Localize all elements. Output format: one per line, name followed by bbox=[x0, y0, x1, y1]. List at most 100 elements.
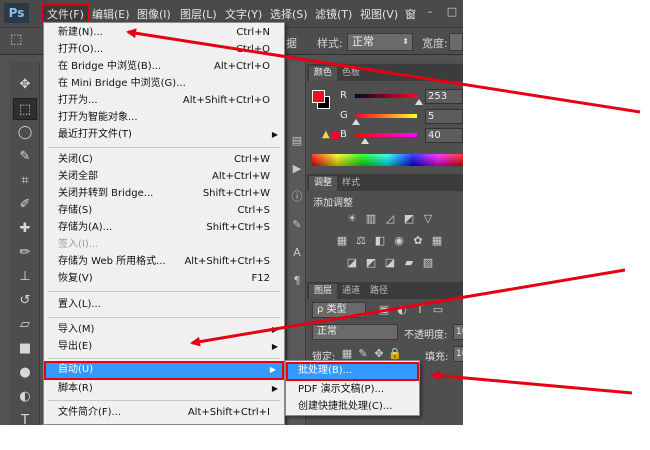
minimize-button[interactable]: – bbox=[421, 3, 439, 21]
adjustment-filter-icon[interactable]: ◐ bbox=[395, 303, 409, 317]
eyedropper-tool-icon[interactable]: ✐ bbox=[13, 194, 37, 216]
menu-edit[interactable]: 编辑(E) bbox=[92, 6, 130, 22]
menu-item-save[interactable]: 存储(S) Ctrl+S bbox=[44, 202, 284, 219]
menu-item-recent-files[interactable]: 最近打开文件(T) ▶ bbox=[44, 126, 284, 143]
channel-g-slider[interactable] bbox=[355, 114, 417, 118]
tab-color[interactable]: 颜色 bbox=[309, 66, 338, 81]
submenu-item-pdf-presentation[interactable]: PDF 演示文稿(P)... bbox=[286, 381, 419, 398]
eraser-tool-icon[interactable]: ▱ bbox=[13, 314, 37, 336]
channel-mixer-icon[interactable]: ✿ bbox=[411, 234, 425, 248]
blend-mode-select[interactable]: 正常 bbox=[312, 324, 398, 340]
menu-item-close[interactable]: 关闭(C) Ctrl+W bbox=[44, 151, 284, 168]
channel-r-value[interactable]: 253 bbox=[425, 89, 463, 104]
history-brush-tool-icon[interactable]: ↺ bbox=[13, 290, 37, 312]
brightness-icon[interactable]: ☀ bbox=[345, 212, 359, 226]
menu-select[interactable]: 选择(S) bbox=[270, 6, 308, 22]
actions-panel-icon[interactable]: ▶ bbox=[290, 162, 304, 176]
menu-file[interactable]: 文件(F) bbox=[41, 3, 90, 23]
menu-item-open-as[interactable]: 打开为... Alt+Shift+Ctrl+O bbox=[44, 92, 284, 109]
hue-saturation-icon[interactable]: ▦ bbox=[335, 234, 349, 248]
invert-icon[interactable]: ◪ bbox=[345, 256, 359, 270]
lock-pixels-icon[interactable]: ✎ bbox=[356, 347, 370, 361]
channel-g-value[interactable]: 5 bbox=[425, 109, 463, 124]
menu-item-browse-mini-bridge[interactable]: 在 Mini Bridge 中浏览(G)... bbox=[44, 75, 284, 92]
paragraph-panel-icon[interactable]: ¶ bbox=[290, 274, 304, 288]
channel-r-slider[interactable] bbox=[355, 94, 417, 98]
fill-input[interactable]: 10 bbox=[453, 346, 463, 362]
posterize-icon[interactable]: ◩ bbox=[364, 256, 378, 270]
menu-item-new[interactable]: 新建(N)... Ctrl+N bbox=[44, 24, 284, 41]
lock-transparent-icon[interactable]: ▦ bbox=[340, 347, 354, 361]
type-tool-icon[interactable]: T bbox=[13, 410, 37, 425]
gamut-swatch[interactable] bbox=[332, 132, 339, 139]
photo-filter-icon[interactable]: ◉ bbox=[392, 234, 406, 248]
submenu-item-create-droplet[interactable]: 创建快捷批处理(C)... bbox=[286, 398, 419, 415]
menu-view[interactable]: 视图(V) bbox=[360, 6, 398, 22]
menu-item-file-info[interactable]: 文件简介(F)... Alt+Shift+Ctrl+I bbox=[44, 404, 284, 421]
lock-position-icon[interactable]: ✥ bbox=[372, 347, 386, 361]
menu-item-scripts[interactable]: 脚本(R) ▶ bbox=[44, 380, 284, 397]
menu-item-open[interactable]: 打开(O)... Ctrl+O bbox=[44, 41, 284, 58]
black-white-icon[interactable]: ◧ bbox=[373, 234, 387, 248]
menu-item-revert[interactable]: 恢复(V) F12 bbox=[44, 270, 284, 287]
gradient-map-icon[interactable]: ▰ bbox=[402, 256, 416, 270]
menu-item-close-go-bridge[interactable]: 关闭并转到 Bridge... Shift+Ctrl+W bbox=[44, 185, 284, 202]
selective-color-icon[interactable]: ▨ bbox=[421, 256, 435, 270]
tab-swatches[interactable]: 色板 bbox=[337, 66, 365, 81]
levels-icon[interactable]: ▥ bbox=[364, 212, 378, 226]
threshold-icon[interactable]: ◪ bbox=[383, 256, 397, 270]
type-filter-icon[interactable]: T bbox=[413, 303, 427, 317]
menu-item-place[interactable]: 置入(L)... bbox=[44, 296, 284, 313]
lasso-tool-icon[interactable]: ◯ bbox=[13, 122, 37, 144]
tab-layers[interactable]: 图层 bbox=[309, 284, 338, 299]
gradient-tool-icon[interactable]: ■ bbox=[13, 338, 37, 360]
warning-icon[interactable]: ▲ bbox=[322, 129, 330, 140]
crop-tool-icon[interactable]: ⌗ bbox=[13, 170, 37, 192]
move-tool-icon[interactable]: ✥ bbox=[13, 74, 37, 96]
history-panel-icon[interactable]: ▤ bbox=[290, 134, 304, 148]
pixel-filter-icon[interactable]: ▣ bbox=[377, 303, 391, 317]
marquee-preset-icon[interactable]: ⬚ bbox=[10, 32, 22, 47]
menu-item-close-all[interactable]: 关闭全部 Alt+Ctrl+W bbox=[44, 168, 284, 185]
submenu-item-batch[interactable]: 批处理(B)... bbox=[286, 362, 419, 381]
menu-layer[interactable]: 图层(L) bbox=[180, 6, 217, 22]
tab-styles[interactable]: 样式 bbox=[337, 176, 365, 191]
menu-image[interactable]: 图像(I) bbox=[137, 6, 171, 22]
blur-tool-icon[interactable]: ● bbox=[13, 362, 37, 384]
curves-icon[interactable]: ◿ bbox=[383, 212, 397, 226]
color-lookup-icon[interactable]: ▦ bbox=[430, 234, 444, 248]
menu-item-export[interactable]: 导出(E) ▶ bbox=[44, 338, 284, 355]
marquee-tool-icon[interactable]: ⬚ bbox=[13, 98, 37, 120]
clone-stamp-tool-icon[interactable]: ⊥ bbox=[13, 266, 37, 288]
channel-b-slider[interactable] bbox=[355, 133, 417, 137]
dodge-tool-icon[interactable]: ◐ bbox=[13, 386, 37, 408]
channel-b-value[interactable]: 40 bbox=[425, 128, 463, 143]
menu-item-save-as[interactable]: 存储为(A)... Shift+Ctrl+S bbox=[44, 219, 284, 236]
shape-filter-icon[interactable]: ▭ bbox=[431, 303, 445, 317]
restore-button[interactable]: □ bbox=[443, 3, 461, 21]
vibrance-icon[interactable]: ▽ bbox=[421, 212, 435, 226]
color-balance-icon[interactable]: ⚖ bbox=[354, 234, 368, 248]
channel-r-thumb[interactable] bbox=[415, 99, 423, 105]
menu-item-save-for-web[interactable]: 存储为 Web 所用格式... Alt+Shift+Ctrl+S bbox=[44, 253, 284, 270]
character-panel-icon[interactable]: A bbox=[290, 246, 304, 260]
menu-filter[interactable]: 滤镜(T) bbox=[315, 6, 352, 22]
menu-item-automate[interactable]: 自动(U) ▶ bbox=[44, 361, 284, 380]
brush-panel-icon[interactable]: ✎ bbox=[290, 218, 304, 232]
foreground-color-swatch[interactable] bbox=[312, 90, 325, 103]
exposure-icon[interactable]: ◩ bbox=[402, 212, 416, 226]
info-panel-icon[interactable]: ⓘ bbox=[290, 190, 304, 204]
style-select[interactable]: 正常 ⬍ bbox=[347, 33, 413, 51]
healing-brush-tool-icon[interactable]: ✚ bbox=[13, 218, 37, 240]
menu-type[interactable]: 文字(Y) bbox=[225, 6, 262, 22]
menu-item-browse-bridge[interactable]: 在 Bridge 中浏览(B)... Alt+Ctrl+O bbox=[44, 58, 284, 75]
menu-item-import[interactable]: 导入(M) ▶ bbox=[44, 321, 284, 338]
tab-paths[interactable]: 路径 bbox=[365, 284, 393, 299]
menu-window[interactable]: 窗 bbox=[405, 6, 416, 22]
channel-g-thumb[interactable] bbox=[352, 119, 360, 125]
channel-b-thumb[interactable] bbox=[361, 138, 369, 144]
opacity-input[interactable]: 10 bbox=[453, 324, 463, 340]
lock-all-icon[interactable]: 🔒 bbox=[388, 347, 402, 361]
tab-channels[interactable]: 通道 bbox=[337, 284, 365, 299]
layer-kind-filter[interactable]: ρ 类型 bbox=[312, 302, 366, 318]
